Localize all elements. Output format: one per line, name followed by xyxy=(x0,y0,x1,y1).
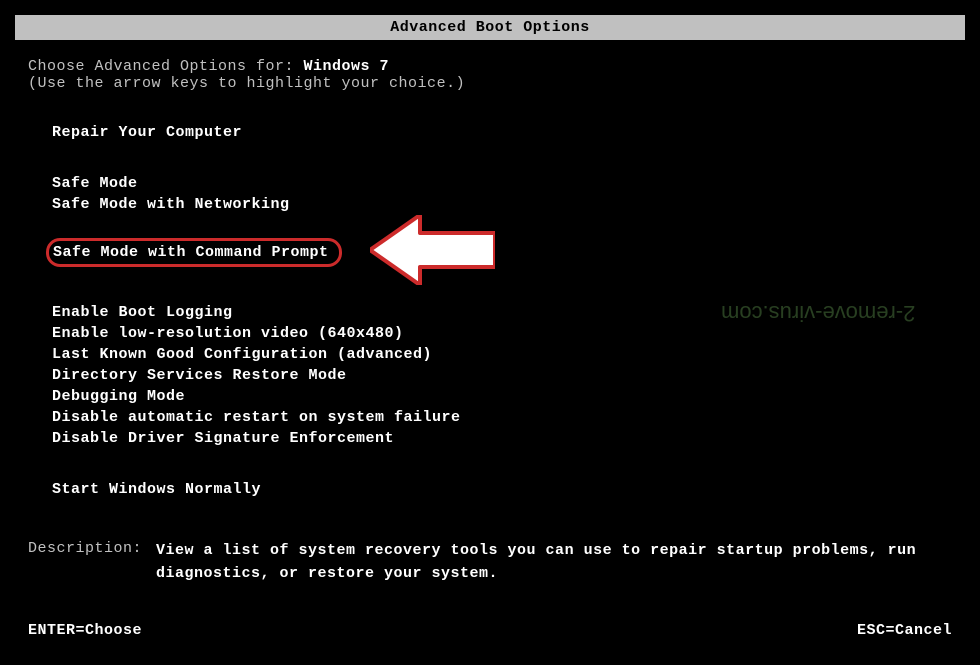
arrow-left-icon xyxy=(370,215,495,290)
footer-bar: ENTER=Choose ESC=Cancel xyxy=(0,622,980,639)
option-debugging[interactable]: Debugging Mode xyxy=(28,386,952,407)
option-safe-mode-networking[interactable]: Safe Mode with Networking xyxy=(28,194,952,215)
option-repair-computer[interactable]: Repair Your Computer xyxy=(28,122,952,143)
hint-text: (Use the arrow keys to highlight your ch… xyxy=(28,75,952,92)
option-start-normally[interactable]: Start Windows Normally xyxy=(28,479,952,500)
description-label: Description: xyxy=(28,540,156,585)
option-safe-mode-cmd[interactable]: Safe Mode with Command Prompt xyxy=(53,244,329,261)
watermark-text: 2-remove-virus.com xyxy=(721,300,915,326)
enter-hint: ENTER=Choose xyxy=(28,622,142,639)
title-bar: Advanced Boot Options xyxy=(15,15,965,40)
option-ds-restore[interactable]: Directory Services Restore Mode xyxy=(28,365,952,386)
description-block: Description: View a list of system recov… xyxy=(28,540,952,585)
option-safe-mode[interactable]: Safe Mode xyxy=(28,173,952,194)
title-text: Advanced Boot Options xyxy=(390,19,590,36)
os-name: Windows 7 xyxy=(304,58,390,75)
esc-hint: ESC=Cancel xyxy=(857,622,952,639)
option-disable-restart[interactable]: Disable automatic restart on system fail… xyxy=(28,407,952,428)
description-text: View a list of system recovery tools you… xyxy=(156,540,952,585)
choose-prompt: Choose Advanced Options for: Windows 7 xyxy=(28,58,952,75)
option-last-known[interactable]: Last Known Good Configuration (advanced) xyxy=(28,344,952,365)
option-disable-driver-sig[interactable]: Disable Driver Signature Enforcement xyxy=(28,428,952,449)
highlighted-row: Safe Mode with Command Prompt xyxy=(28,215,495,290)
option-low-res[interactable]: Enable low-resolution video (640x480) xyxy=(28,323,952,344)
highlight-outline: Safe Mode with Command Prompt xyxy=(46,238,342,267)
choose-label: Choose Advanced Options for: xyxy=(28,58,304,75)
